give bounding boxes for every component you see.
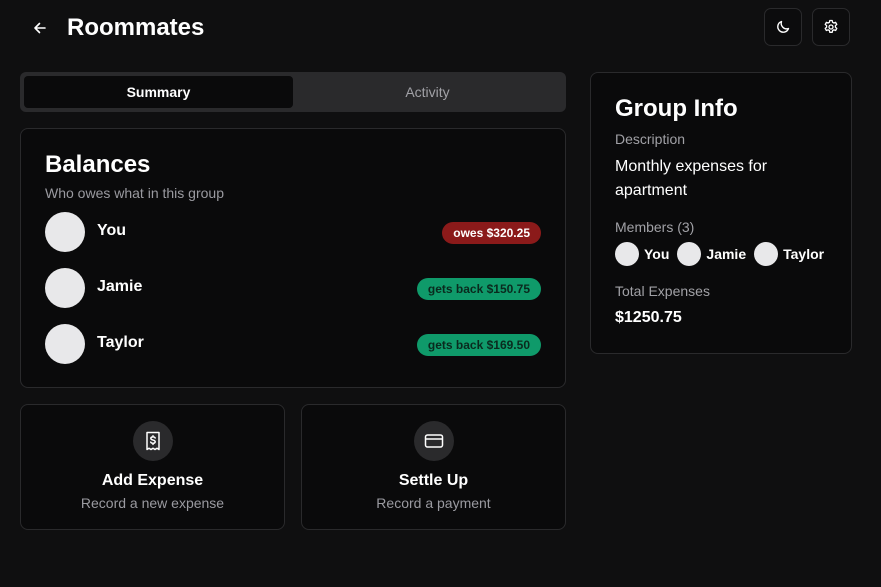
settings-button[interactable] — [812, 8, 850, 46]
balances-card: Balances Who owes what in this group You… — [20, 128, 566, 388]
settle-up-button[interactable]: Settle Up Record a payment — [301, 404, 566, 530]
member-name: Taylor — [97, 334, 144, 351]
balance-row: Taylor gets back $169.50 — [45, 324, 541, 364]
add-expense-button[interactable]: Add Expense Record a new expense — [20, 404, 285, 530]
group-description: Monthly expenses for apartment — [615, 158, 768, 199]
member-name: You — [644, 246, 670, 262]
avatar — [45, 268, 85, 308]
balance-row: You owes $320.25 — [45, 212, 541, 252]
member-name: Jamie — [706, 246, 747, 262]
theme-toggle-button[interactable] — [764, 8, 802, 46]
settle-up-title: Settle Up — [398, 472, 469, 489]
add-expense-icon-wrap — [132, 421, 173, 461]
tab-bar: Summary Activity — [20, 72, 566, 112]
member-chip: Jamie — [677, 242, 746, 266]
settle-up-icon-wrap — [413, 421, 454, 461]
avatar — [45, 324, 85, 364]
back-button[interactable] — [28, 16, 52, 40]
group-info-title: Group Info — [615, 95, 738, 122]
tab-activity[interactable]: Activity — [293, 76, 562, 108]
member-name: Jamie — [97, 278, 143, 295]
status-badge: gets back $150.75 — [416, 278, 541, 300]
members-label: Members (3) — [615, 219, 695, 235]
avatar — [677, 242, 702, 266]
members-list: You Jamie Taylor — [615, 242, 832, 266]
settle-up-subtitle: Record a payment — [376, 495, 491, 511]
arrow-left-icon — [34, 22, 46, 34]
balances-title: Balances — [45, 151, 151, 178]
total-expenses-value: $1250.75 — [615, 309, 682, 326]
status-badge: gets back $169.50 — [416, 334, 541, 356]
receipt-dollar-icon — [145, 431, 160, 451]
avatar — [45, 212, 85, 252]
member-name: Taylor — [783, 246, 825, 262]
member-chip: Taylor — [754, 242, 824, 266]
header: Roommates — [0, 0, 881, 56]
member-name: You — [97, 222, 127, 239]
balances-subtitle: Who owes what in this group — [45, 185, 224, 201]
avatar — [615, 242, 639, 266]
member-chip: You — [615, 242, 669, 266]
gear-icon — [824, 19, 838, 33]
add-expense-subtitle: Record a new expense — [80, 495, 225, 511]
total-expenses-label: Total Expenses — [615, 283, 710, 299]
moon-icon — [777, 20, 790, 33]
group-info-card: Group Info Description Monthly expenses … — [590, 72, 852, 354]
avatar — [754, 242, 779, 266]
add-expense-title: Add Expense — [101, 472, 204, 489]
credit-card-icon — [424, 434, 443, 448]
tab-summary[interactable]: Summary — [24, 76, 293, 108]
status-badge: owes $320.25 — [442, 222, 541, 244]
page-title: Roommates — [67, 14, 205, 41]
description-label: Description — [615, 131, 686, 147]
balance-row: Jamie gets back $150.75 — [45, 268, 541, 308]
